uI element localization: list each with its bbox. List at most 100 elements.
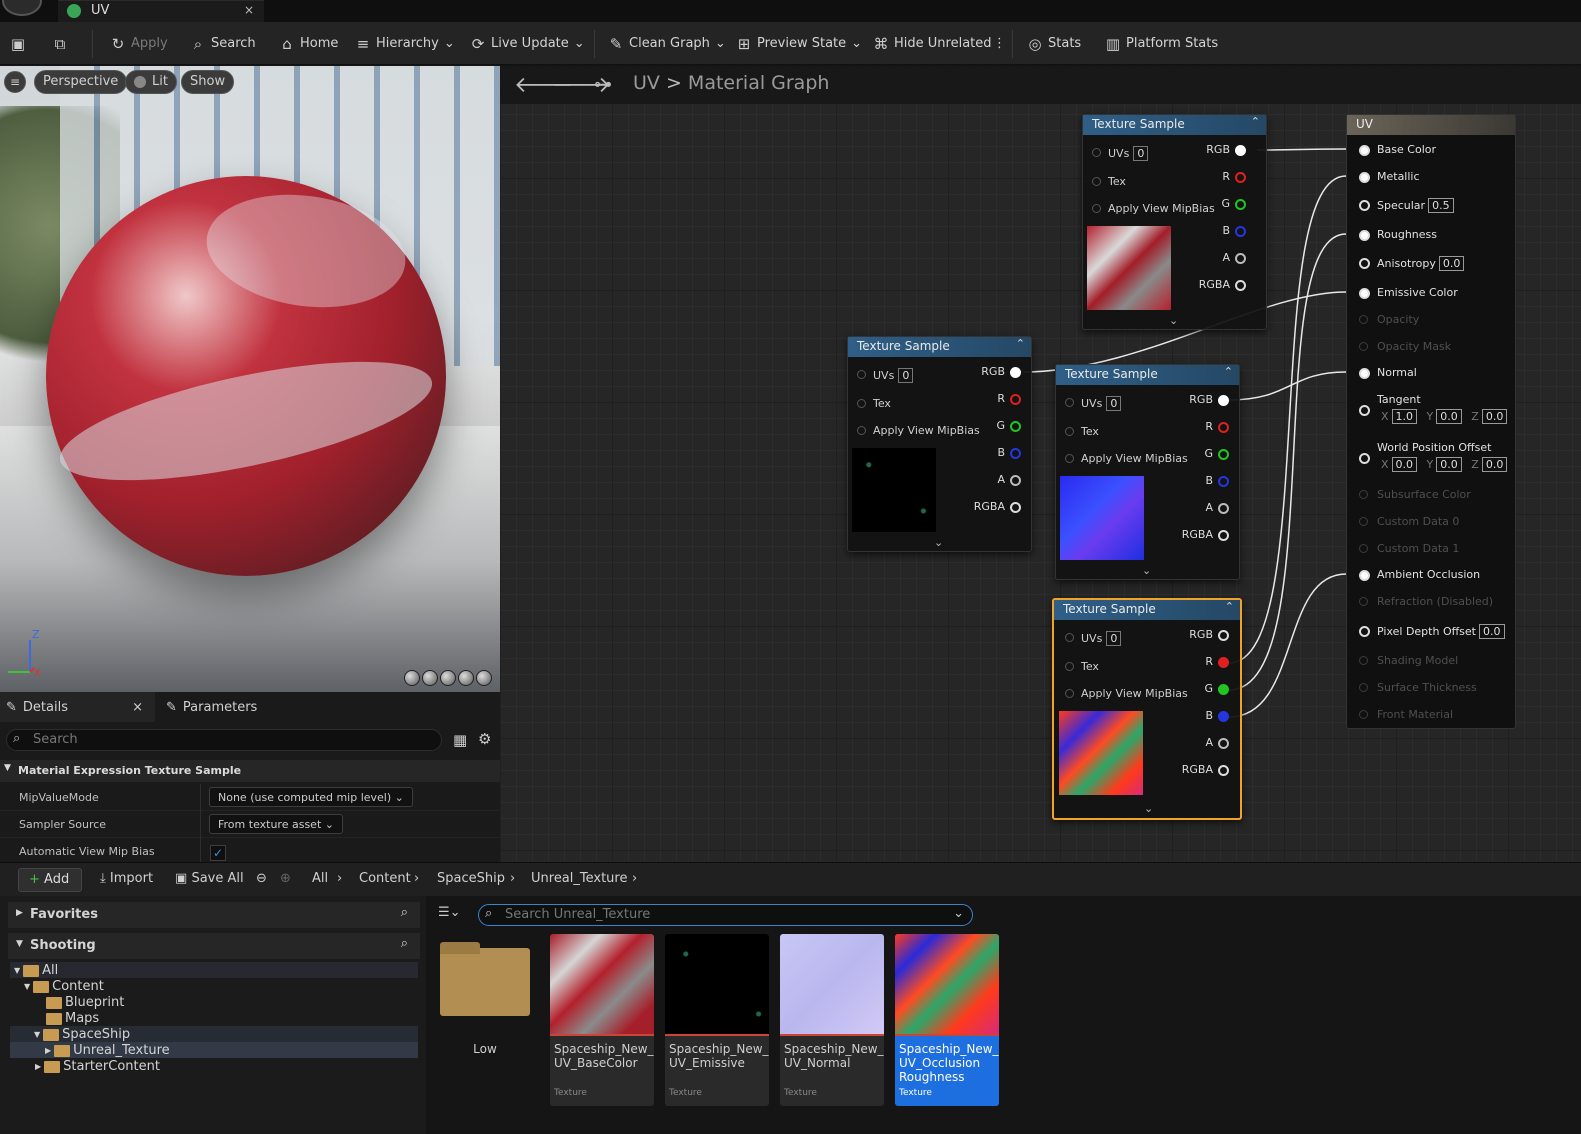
- chevron-right-icon[interactable]: ›: [414, 871, 419, 886]
- pixel-depth-offset-pin[interactable]: Pixel Depth Offset 0.0: [1359, 624, 1505, 639]
- rgb-output-pin[interactable]: RGB: [945, 365, 1021, 378]
- preview-state-button[interactable]: ⊞ Preview State ⌄: [736, 22, 862, 65]
- mip-value-mode-dropdown[interactable]: None (use computed mip level) ⌄: [209, 787, 413, 807]
- chevron-right-icon[interactable]: ›: [632, 871, 637, 886]
- section-header[interactable]: ▼ Material Expression Texture Sample: [0, 760, 500, 782]
- specular-pin[interactable]: Specular 0.5: [1359, 198, 1454, 213]
- rgb-output-pin[interactable]: RGB: [1153, 628, 1229, 641]
- tangent-pin[interactable]: Tangent: [1359, 393, 1421, 416]
- expand-chevron-icon[interactable]: ⌄: [1169, 314, 1178, 327]
- base-color-pin[interactable]: Base Color: [1359, 143, 1436, 156]
- perspective-button[interactable]: Perspective: [34, 70, 128, 94]
- a-output-pin[interactable]: A: [945, 473, 1021, 486]
- anisotropy-value[interactable]: 0.0: [1438, 256, 1465, 271]
- uvs-value[interactable]: 0: [1106, 396, 1122, 411]
- apply-button[interactable]: ↻ Apply: [110, 22, 168, 65]
- tangent-z[interactable]: 0.0: [1481, 409, 1508, 424]
- save-button[interactable]: ▣: [10, 22, 26, 65]
- preview-viewport[interactable]: ≡ Perspective Lit Show Z X: [0, 66, 500, 692]
- live-update-button[interactable]: ⟳ Live Update ⌄: [470, 22, 585, 65]
- cube-mesh-icon[interactable]: [458, 670, 474, 686]
- tex-input-pin[interactable]: Tex: [1065, 660, 1099, 673]
- wpo-x[interactable]: 0.0: [1391, 457, 1418, 472]
- collapse-chevron-icon[interactable]: ⌃: [1224, 365, 1233, 378]
- collapse-chevron-icon[interactable]: ⌃: [1251, 115, 1260, 128]
- chevron-down-icon[interactable]: ⌄: [953, 906, 964, 921]
- search-icon[interactable]: ⌕: [401, 936, 408, 951]
- show-button[interactable]: Show: [181, 70, 235, 94]
- pixel-depth-offset-value[interactable]: 0.0: [1479, 624, 1505, 639]
- tangent-x[interactable]: 1.0: [1391, 409, 1418, 424]
- rgb-output-pin[interactable]: RGB: [1170, 143, 1246, 156]
- search-button[interactable]: ⌕ Search: [190, 22, 256, 65]
- sphere-mesh-icon[interactable]: [422, 670, 438, 686]
- details-search-input[interactable]: ⌕ Search: [6, 729, 442, 751]
- node-header[interactable]: Texture Sample ⌃: [848, 337, 1031, 357]
- tree-item-spaceship[interactable]: ▼ SpaceShip: [34, 1027, 130, 1042]
- more-options-button[interactable]: ⋮: [993, 22, 1006, 65]
- rgba-output-pin[interactable]: RGBA: [1170, 278, 1246, 291]
- asset-search-input[interactable]: ⌕ Search Unreal_Texture ⌄: [478, 904, 973, 926]
- tex-input-pin[interactable]: Tex: [1092, 175, 1126, 188]
- tex-input-pin[interactable]: Tex: [1065, 425, 1099, 438]
- r-output-pin[interactable]: R: [1153, 655, 1229, 668]
- asset-emissive[interactable]: Spaceship_New_ UV_Emissive Texture: [665, 934, 769, 1106]
- uvs-input-pin[interactable]: UVs 0: [1092, 146, 1149, 161]
- collapse-chevron-icon[interactable]: ⌃: [1016, 337, 1025, 350]
- roughness-pin[interactable]: Roughness: [1359, 228, 1437, 241]
- specular-value[interactable]: 0.5: [1428, 198, 1454, 213]
- g-output-pin[interactable]: G: [1153, 447, 1229, 460]
- tab-uv[interactable]: UV ×: [58, 0, 264, 22]
- g-output-pin[interactable]: G: [1153, 682, 1229, 695]
- metallic-pin[interactable]: Metallic: [1359, 170, 1420, 183]
- texture-sample-node-basecolor[interactable]: Texture Sample ⌃ UVs 0 Tex Apply View MipB…: [1082, 114, 1267, 330]
- material-graph-canvas[interactable]: 🡐 🡒 ⊶ UV > Material Graph Texture Sample…: [500, 66, 1581, 862]
- auto-mip-bias-checkbox[interactable]: ✓: [210, 845, 226, 861]
- browse-button[interactable]: ⧉: [52, 22, 68, 65]
- b-output-pin[interactable]: B: [1153, 474, 1229, 487]
- chevron-right-icon[interactable]: ›: [337, 871, 342, 886]
- plane-mesh-icon[interactable]: [440, 670, 456, 686]
- ambient-occlusion-pin[interactable]: Ambient Occlusion: [1359, 568, 1480, 581]
- asset-basecolor[interactable]: Spaceship_New_ UV_BaseColor Texture: [550, 934, 654, 1106]
- a-output-pin[interactable]: A: [1170, 251, 1246, 264]
- tree-item-all[interactable]: ▼ All: [14, 963, 58, 978]
- world-position-offset-pin[interactable]: World Position Offset: [1359, 441, 1491, 464]
- tree-item-starter-content[interactable]: ▶ StarterContent: [35, 1059, 160, 1074]
- uvs-input-pin[interactable]: UVs 0: [857, 368, 914, 383]
- home-button[interactable]: ⌂ Home: [279, 22, 338, 65]
- clean-graph-button[interactable]: ✎ Clean Graph ⌄: [608, 22, 726, 65]
- rgba-output-pin[interactable]: RGBA: [945, 500, 1021, 513]
- tree-item-maps[interactable]: Maps: [46, 1011, 99, 1026]
- hierarchy-button[interactable]: ≡ Hierarchy ⌄: [355, 22, 455, 65]
- uvs-input-pin[interactable]: UVs 0: [1065, 396, 1122, 411]
- asset-folder-low[interactable]: Low: [438, 942, 532, 1072]
- tex-input-pin[interactable]: Tex: [857, 397, 891, 410]
- lit-button[interactable]: Lit: [125, 70, 177, 94]
- g-output-pin[interactable]: G: [945, 419, 1021, 432]
- cylinder-mesh-icon[interactable]: [404, 670, 420, 686]
- texture-sample-node-emissive[interactable]: Texture Sample ⌃ UVs 0 Tex Apply View MipB…: [847, 336, 1032, 552]
- expand-chevron-icon[interactable]: ⌄: [934, 536, 943, 549]
- emissive-color-pin[interactable]: Emissive Color: [1359, 286, 1458, 299]
- r-output-pin[interactable]: R: [945, 392, 1021, 405]
- viewport-menu-icon[interactable]: ≡: [4, 71, 26, 93]
- normal-pin[interactable]: Normal: [1359, 366, 1417, 379]
- history-forward-button[interactable]: ⊕: [280, 871, 291, 886]
- path-content[interactable]: Content: [359, 871, 411, 886]
- filter-icon[interactable]: ☰⌄: [438, 905, 461, 920]
- rgba-output-pin[interactable]: RGBA: [1153, 763, 1229, 776]
- material-result-node[interactable]: UV Base Color Metallic Specular 0.5 Rough…: [1346, 114, 1516, 729]
- sampler-source-dropdown[interactable]: From texture asset ⌄: [209, 814, 343, 834]
- b-output-pin[interactable]: B: [1153, 709, 1229, 722]
- history-back-button[interactable]: ⊖: [256, 871, 267, 886]
- search-icon[interactable]: ⌕: [401, 905, 408, 920]
- node-header[interactable]: Texture Sample ⌃: [1083, 115, 1266, 135]
- a-output-pin[interactable]: A: [1153, 736, 1229, 749]
- save-all-button[interactable]: ▣ Save All: [175, 871, 244, 886]
- a-output-pin[interactable]: A: [1153, 501, 1229, 514]
- platform-stats-button[interactable]: ▥ Platform Stats: [1105, 22, 1218, 65]
- rgba-output-pin[interactable]: RGBA: [1153, 528, 1229, 541]
- tab-details[interactable]: ✎ Details ×: [0, 692, 155, 722]
- node-header[interactable]: Texture Sample ⌃: [1054, 600, 1240, 620]
